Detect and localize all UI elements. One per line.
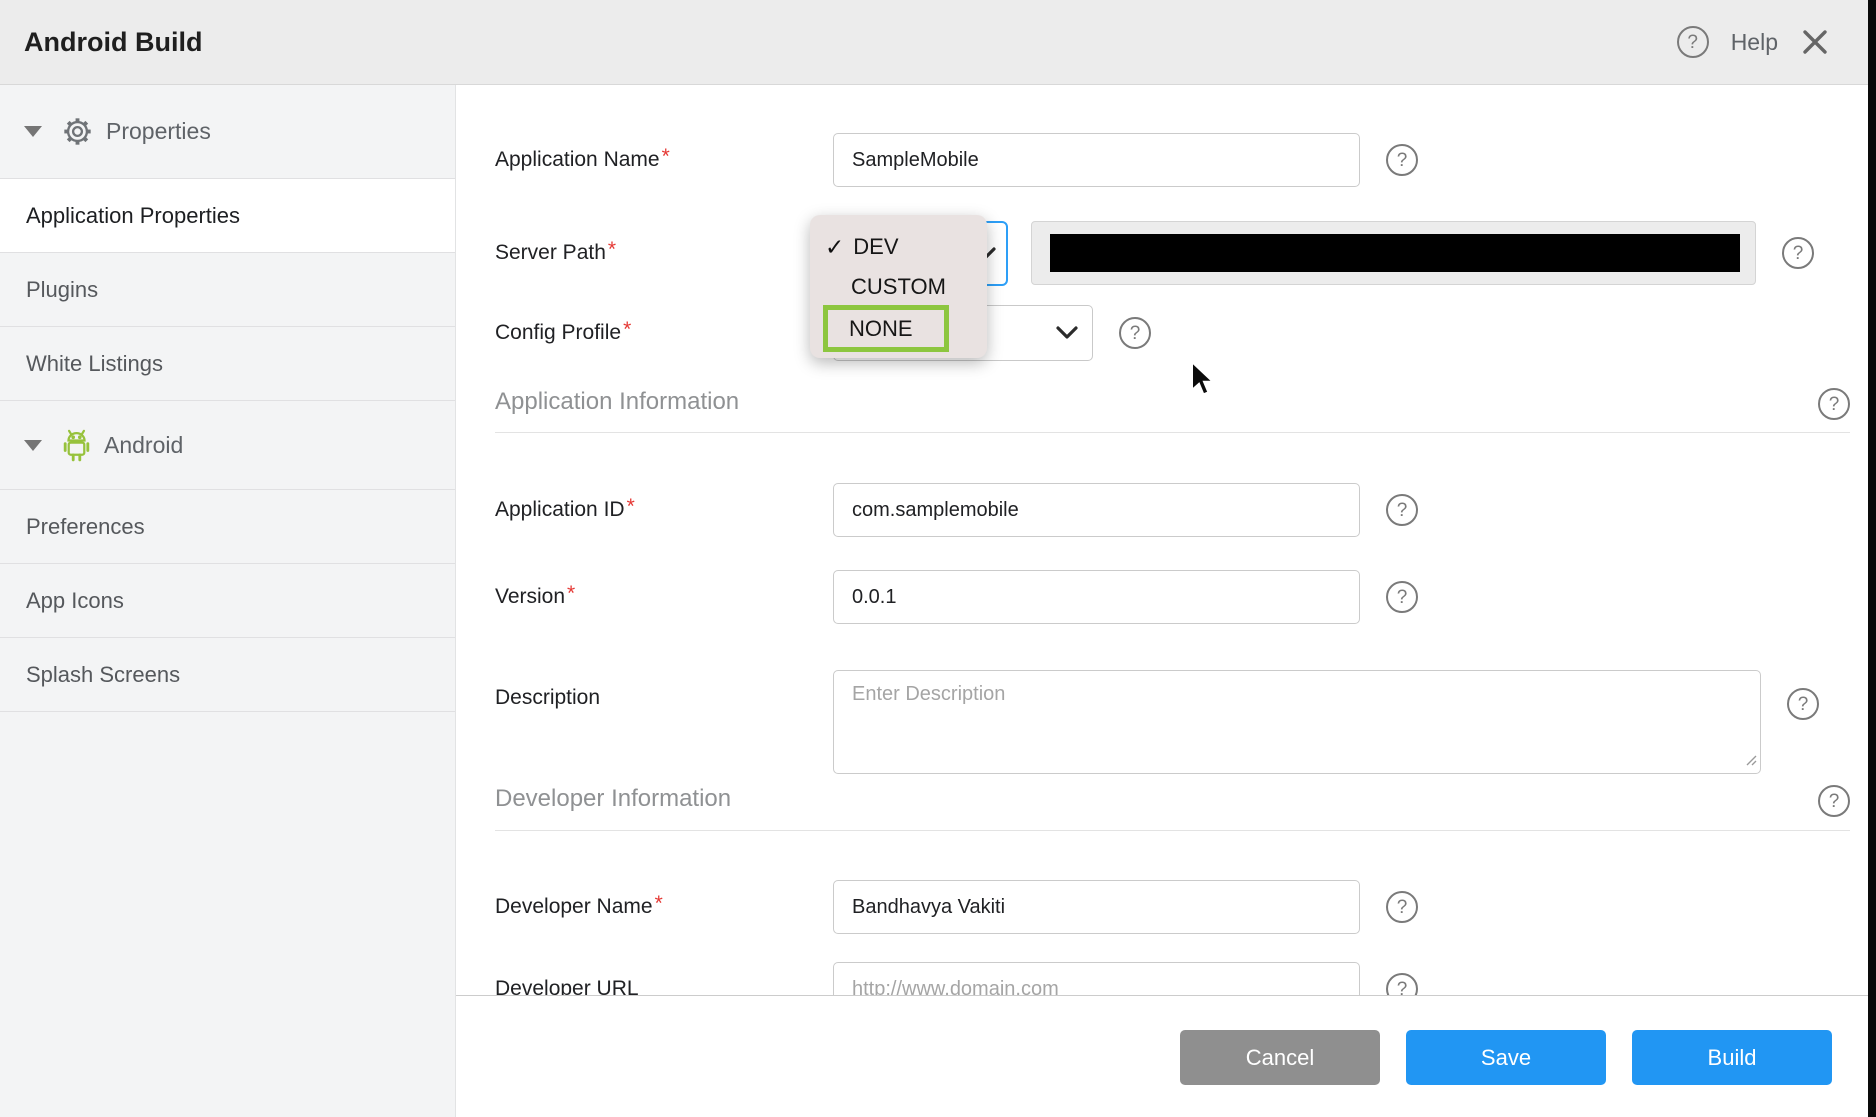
mouse-cursor	[1190, 360, 1217, 404]
application-name-label: Application Name*	[495, 148, 833, 172]
developer-url-row: Developer URL ?	[495, 962, 1876, 996]
version-label: Version*	[495, 585, 833, 609]
version-row: Version* ?	[495, 570, 1876, 624]
chevron-down-icon	[1056, 326, 1078, 345]
developer-information-section: Developer Information ?	[495, 785, 1850, 831]
developer-url-input[interactable]	[833, 962, 1360, 996]
developer-name-row: Developer Name* ?	[495, 880, 1876, 934]
expand-triangle-icon	[24, 440, 42, 451]
dialog-titlebar: Android Build ? Help	[0, 0, 1876, 85]
sidebar-item-application-properties[interactable]: Application Properties	[0, 179, 455, 253]
dropdown-option-custom[interactable]: CUSTOM	[810, 267, 987, 307]
dropdown-option-dev[interactable]: ✓ DEV	[810, 227, 987, 267]
application-information-section: Application Information ?	[495, 388, 1850, 433]
sidebar-group-android[interactable]: Android	[0, 401, 455, 490]
help-icon[interactable]: ?	[1386, 973, 1418, 996]
screen-edge	[1868, 0, 1876, 1117]
application-id-input[interactable]	[833, 483, 1360, 537]
header-help-icon[interactable]: ?	[1677, 26, 1709, 58]
server-path-value-field	[1031, 221, 1756, 285]
config-profile-row: Config Profile* ?	[495, 305, 1876, 361]
developer-name-input[interactable]	[833, 880, 1360, 934]
sidebar-item-splash-screens[interactable]: Splash Screens	[0, 638, 455, 712]
sidebar-item-plugins[interactable]: Plugins	[0, 253, 455, 327]
sidebar-group-properties-label: Properties	[106, 118, 211, 145]
section-title: Developer Information	[495, 785, 731, 813]
description-textarea[interactable]	[833, 670, 1761, 774]
checkmark-icon: ✓	[825, 234, 844, 261]
help-icon[interactable]: ?	[1818, 785, 1850, 817]
server-path-dropdown-menu: ✓ DEV CUSTOM NONE	[810, 215, 987, 358]
section-title: Application Information	[495, 388, 739, 416]
form-panel: Application Name* ? Server Path* ? Confi…	[456, 85, 1876, 996]
help-icon[interactable]: ?	[1386, 581, 1418, 613]
build-button[interactable]: Build	[1632, 1030, 1832, 1085]
version-input[interactable]	[833, 570, 1360, 624]
application-name-input[interactable]	[833, 133, 1360, 187]
help-icon[interactable]: ?	[1818, 388, 1850, 420]
gear-icon	[62, 116, 93, 147]
help-icon[interactable]: ?	[1119, 317, 1151, 349]
redaction-bar	[1050, 234, 1740, 272]
save-button[interactable]: Save	[1406, 1030, 1606, 1085]
application-name-row: Application Name* ?	[495, 133, 1876, 187]
sidebar-item-app-icons[interactable]: App Icons	[0, 564, 455, 638]
help-icon[interactable]: ?	[1386, 494, 1418, 526]
sidebar-item-white-listings[interactable]: White Listings	[0, 327, 455, 401]
description-row: Description ?	[495, 670, 1876, 774]
help-icon[interactable]: ?	[1787, 688, 1819, 720]
resize-grip-icon[interactable]	[1743, 752, 1757, 771]
expand-triangle-icon	[24, 126, 42, 137]
config-profile-label: Config Profile*	[495, 321, 833, 345]
application-id-row: Application ID* ?	[495, 483, 1876, 537]
close-icon[interactable]	[1800, 27, 1830, 57]
sidebar-item-preferences[interactable]: Preferences	[0, 490, 455, 564]
help-icon[interactable]: ?	[1386, 891, 1418, 923]
dropdown-option-none-highlight[interactable]: NONE	[823, 305, 949, 352]
help-icon[interactable]: ?	[1782, 237, 1814, 269]
developer-name-label: Developer Name*	[495, 895, 833, 919]
sidebar: Properties Application Properties Plugin…	[0, 85, 456, 1117]
dropdown-option-none[interactable]: NONE	[849, 316, 913, 342]
application-id-label: Application ID*	[495, 498, 833, 522]
help-link[interactable]: Help	[1731, 29, 1778, 56]
dialog-title: Android Build	[24, 27, 202, 58]
sidebar-group-android-label: Android	[104, 432, 183, 459]
help-icon[interactable]: ?	[1386, 144, 1418, 176]
dialog-footer: Cancel Save Build	[456, 996, 1876, 1117]
cancel-button[interactable]: Cancel	[1180, 1030, 1380, 1085]
description-label: Description	[495, 670, 833, 710]
sidebar-group-properties[interactable]: Properties	[0, 85, 455, 179]
developer-url-label: Developer URL	[495, 977, 833, 996]
server-path-row: Server Path* ?	[495, 220, 1876, 286]
android-build-dialog: Android Build ? Help	[0, 0, 1876, 1117]
android-robot-icon	[62, 429, 91, 462]
server-path-label: Server Path*	[495, 241, 833, 265]
